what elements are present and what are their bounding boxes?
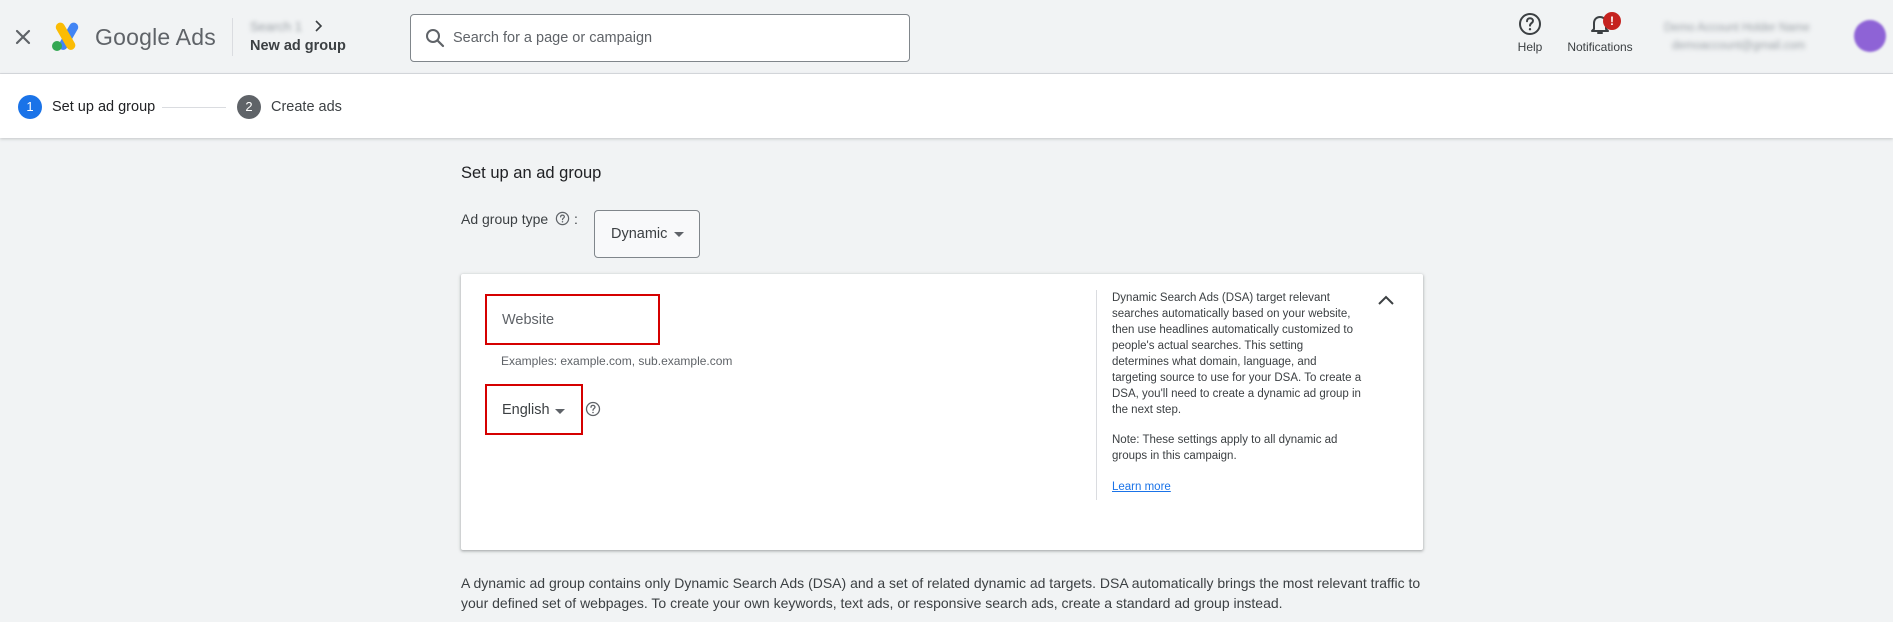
step-1-number: 1 xyxy=(18,95,42,119)
help-label: Help xyxy=(1517,40,1543,54)
stepper: 1 Set up ad group 2 Create ads xyxy=(0,74,1893,138)
dropdown-arrow-icon xyxy=(555,409,565,414)
step-2-number: 2 xyxy=(237,95,261,119)
language-value: English xyxy=(502,402,550,418)
search-box[interactable] xyxy=(410,14,910,62)
chevron-right-icon xyxy=(315,20,323,32)
ad-group-type-colon: : xyxy=(574,211,578,227)
search-input[interactable] xyxy=(453,15,893,61)
help-icon[interactable] xyxy=(555,211,570,226)
step-2-label[interactable]: Create ads xyxy=(271,99,342,115)
dsa-info-note: Note: These settings apply to all dynami… xyxy=(1112,434,1338,462)
website-field[interactable] xyxy=(485,294,660,345)
dropdown-arrow-icon xyxy=(674,232,684,237)
account-email: demoaccount@gmail.com xyxy=(1672,40,1806,52)
language-select[interactable]: English xyxy=(485,384,583,435)
dsa-settings-card: Examples: example.com, sub.example.com E… xyxy=(461,274,1423,550)
ad-group-description: A dynamic ad group contains only Dynamic… xyxy=(461,575,1421,611)
ad-group-type-value: Dynamic xyxy=(611,226,668,242)
step-1-label[interactable]: Set up ad group xyxy=(52,99,155,115)
website-examples-hint: Examples: example.com, sub.example.com xyxy=(501,354,733,368)
account-name: Demo Account Holder Name xyxy=(1664,22,1810,34)
page-title: New ad group xyxy=(250,38,346,54)
section-title: Set up an ad group xyxy=(461,164,602,182)
step-connector xyxy=(162,107,226,108)
ad-group-type-label: Ad group type xyxy=(461,211,549,227)
notification-badge: ! xyxy=(1603,12,1621,30)
divider xyxy=(1096,290,1097,500)
help-icon xyxy=(1519,13,1541,35)
website-input[interactable] xyxy=(487,296,658,343)
chevron-up-icon[interactable] xyxy=(1376,292,1396,308)
notifications-label: Notifications xyxy=(1567,40,1633,54)
help-icon[interactable] xyxy=(585,401,601,417)
divider xyxy=(232,18,233,56)
learn-more-link[interactable]: Learn more xyxy=(1112,481,1171,493)
google-ads-logo-icon xyxy=(52,22,79,51)
close-icon[interactable] xyxy=(12,26,34,48)
notifications-button[interactable]: ! Notifications xyxy=(1555,12,1645,54)
brand-name: Google Ads xyxy=(95,24,216,50)
breadcrumb-campaign[interactable]: Search 1 xyxy=(250,19,302,34)
dsa-info-text: Dynamic Search Ads (DSA) target relevant… xyxy=(1112,292,1362,416)
search-icon xyxy=(426,29,445,48)
avatar[interactable] xyxy=(1854,20,1886,52)
ad-group-type-select[interactable]: Dynamic xyxy=(594,210,700,258)
help-button[interactable]: Help xyxy=(1500,12,1560,54)
top-bar: Google Ads Search 1 New ad group Help ! … xyxy=(0,0,1893,74)
